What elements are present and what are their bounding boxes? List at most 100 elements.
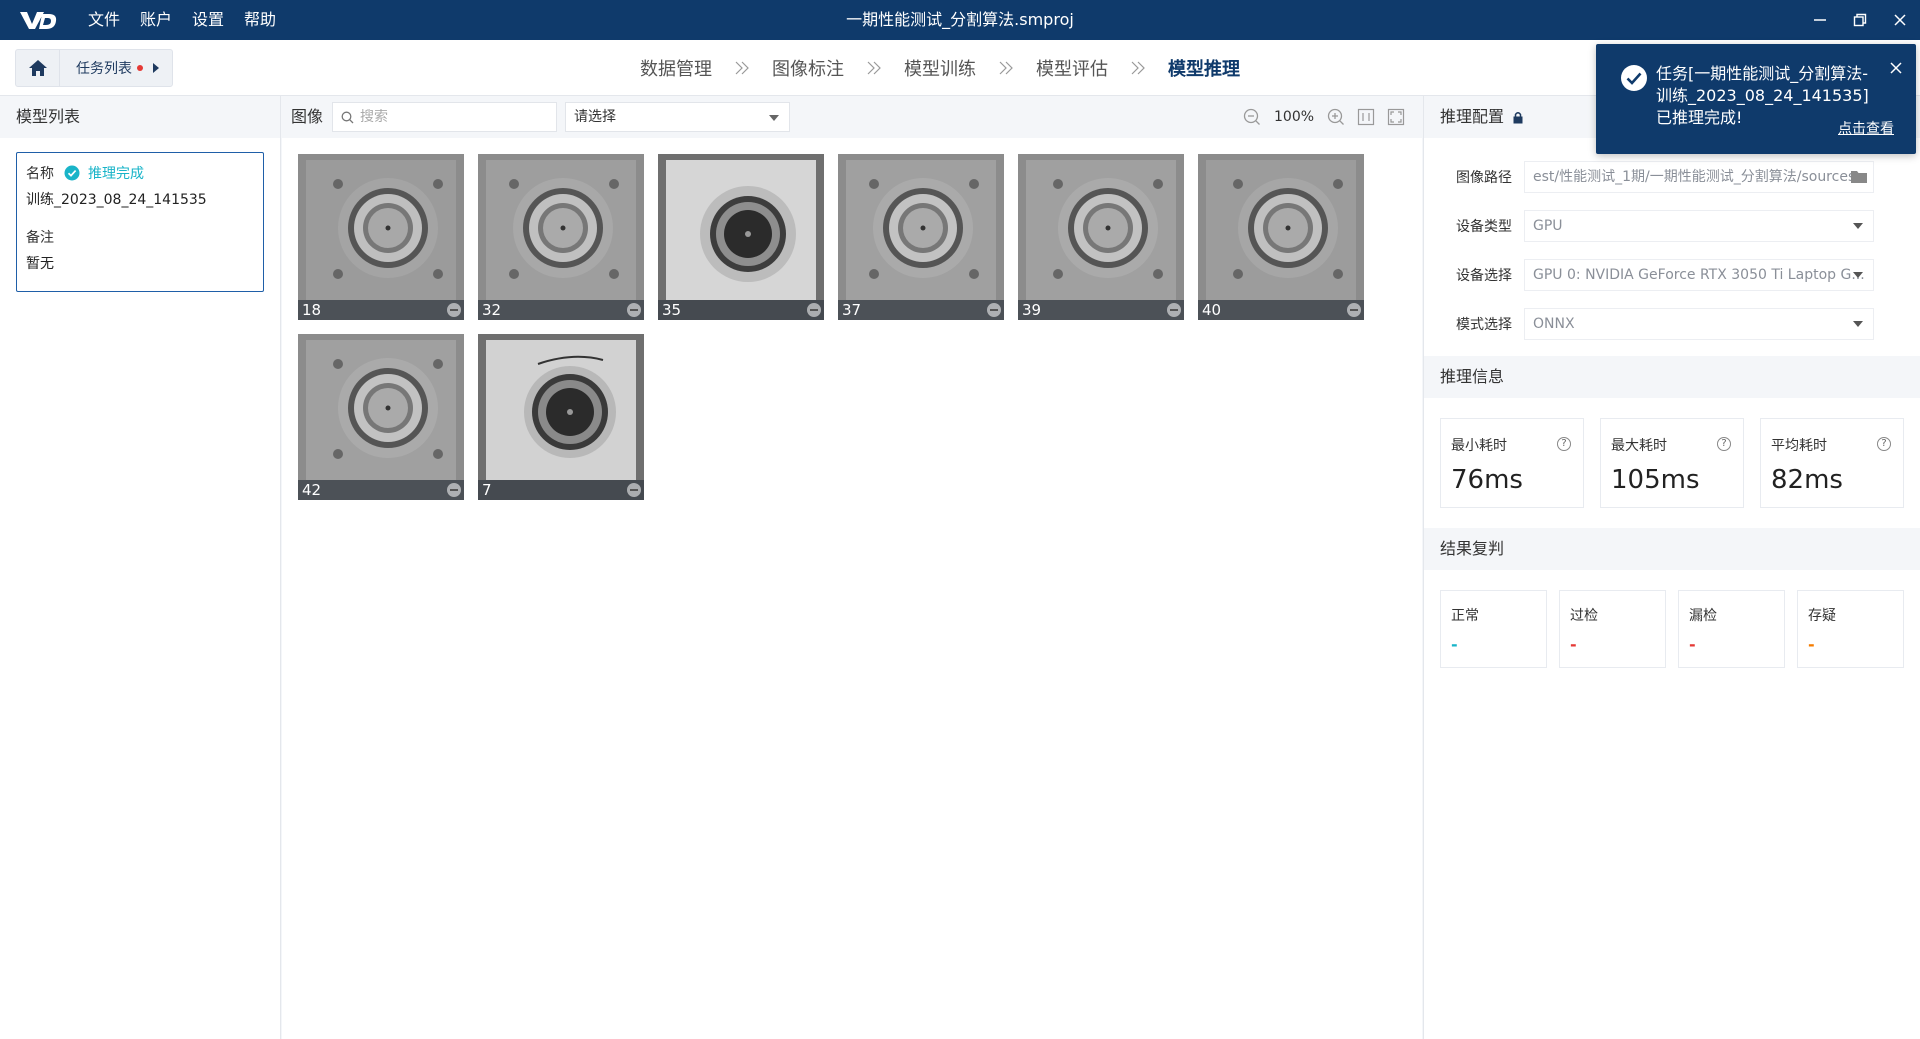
status-badge: 推理完成 [64,163,144,183]
menu-help[interactable]: 帮助 [244,0,276,40]
help-icon[interactable]: ? [1557,437,1571,451]
model-name: 训练_2023_08_24_141535 [26,192,207,208]
image-thumbnail[interactable]: 35 [658,154,824,320]
zoom-level: 100% [1274,109,1315,125]
step-data-management[interactable]: 数据管理 [640,55,712,81]
breadcrumb: 任务列表 [15,49,173,87]
restore-button[interactable] [1840,0,1880,40]
search-icon [341,111,354,123]
image-thumbnail[interactable]: 37 [838,154,1004,320]
filter-select[interactable]: 请选择 [565,102,790,132]
task-list-link[interactable]: 任务列表 [76,58,132,78]
minus-circle-icon[interactable] [987,303,1001,317]
step-model-evaluation[interactable]: 模型评估 [1036,55,1108,81]
dropdown-arrow-icon [769,115,779,121]
zoom-in-button[interactable] [1326,107,1346,127]
lock-icon [1513,111,1523,123]
help-icon[interactable]: ? [1717,437,1731,451]
fullscreen-icon [1387,108,1405,126]
minus-circle-icon[interactable] [627,483,641,497]
home-button[interactable] [16,50,60,86]
restore-icon [1853,13,1867,27]
image-thumbnail[interactable]: 39 [1018,154,1184,320]
step-image-annotation[interactable]: 图像标注 [772,55,844,81]
part-image [298,334,464,500]
folder-icon[interactable] [1851,169,1867,183]
part-image [1198,154,1364,320]
device-value: GPU 0: NVIDIA GeForce RTX 3050 Ti Laptop… [1533,266,1865,283]
close-icon [1894,14,1906,26]
image-thumbnail[interactable]: 42 [298,334,464,500]
minus-circle-icon[interactable] [807,303,821,317]
stat-value: 82ms [1771,465,1843,495]
image-thumbnail[interactable]: 40 [1198,154,1364,320]
dropdown-arrow-icon [1853,271,1863,278]
zoom-out-button[interactable] [1242,107,1262,127]
part-image [478,334,644,500]
caret-right-icon[interactable] [153,63,159,73]
minus-circle-icon[interactable] [447,303,461,317]
search-input[interactable] [360,109,550,125]
image-label: 7 [482,481,492,499]
image-thumbnail[interactable]: 32 [478,154,644,320]
review-card-overkill[interactable]: 过检 - [1559,590,1666,668]
check-circle-icon [64,165,80,181]
image-thumbnail[interactable]: 18 [298,154,464,320]
minus-circle-icon[interactable] [627,303,641,317]
stat-label: 最小耗时 [1451,438,1507,454]
image-thumbnail[interactable]: 7 [478,334,644,500]
step-model-inference[interactable]: 模型推理 [1168,55,1240,81]
stat-value: 76ms [1451,465,1523,495]
double-chevron-icon [867,61,881,75]
image-panel: 图像 请选择 100% 18 [282,96,1422,1039]
toast-close-icon[interactable] [1890,62,1902,74]
double-chevron-icon [735,61,749,75]
device-type-select[interactable]: GPU [1524,209,1874,242]
image-label: 35 [662,301,682,319]
minus-circle-icon[interactable] [1167,303,1181,317]
menu-settings[interactable]: 设置 [192,0,224,40]
minimize-button[interactable] [1800,0,1840,40]
home-icon [28,60,47,76]
image-label: 32 [482,301,502,319]
review-label: 过检 [1570,608,1598,624]
mode-select[interactable]: ONNX [1524,307,1874,340]
stat-label: 最大耗时 [1611,438,1667,454]
minus-circle-icon[interactable] [1347,303,1361,317]
fullscreen-button[interactable] [1386,107,1406,127]
menu-account[interactable]: 账户 [140,0,172,40]
review-card-normal[interactable]: 正常 - [1440,590,1547,668]
menu-file[interactable]: 文件 [88,0,120,40]
status-text: 推理完成 [88,166,144,182]
field-label: 模式选择 [1456,316,1512,333]
field-label: 设备类型 [1456,218,1512,235]
close-window-button[interactable] [1880,0,1920,40]
review-card-doubt[interactable]: 存疑 - [1797,590,1904,668]
dropdown-arrow-icon [1853,222,1863,229]
name-label: 名称 [26,166,54,182]
review-value: - [1570,635,1577,654]
app-logo [20,12,57,29]
result-review-title: 结果复判 [1424,528,1920,570]
help-icon[interactable]: ? [1877,437,1891,451]
part-image [478,154,644,320]
toast-view-link[interactable]: 点击查看 [1838,118,1894,138]
minus-circle-icon[interactable] [447,483,461,497]
review-card-miss[interactable]: 漏检 - [1678,590,1785,668]
device-select[interactable]: GPU 0: NVIDIA GeForce RTX 3050 Ti Laptop… [1524,258,1874,291]
image-label: 37 [842,301,862,319]
image-path-field[interactable]: est/性能测试_1期/一期性能测试_分割算法/sources [1524,160,1874,193]
menu-bar: 文件 账户 设置 帮助 [88,0,296,40]
field-label: 图像路径 [1456,169,1512,186]
part-image [658,154,824,320]
step-model-training[interactable]: 模型训练 [904,55,976,81]
image-label: 图像 [291,107,324,126]
mode-value: ONNX [1533,315,1575,332]
fit-width-icon [1357,108,1375,126]
model-list-title: 模型列表 [0,96,280,138]
image-label: 42 [302,481,322,499]
model-card[interactable]: 名称 推理完成 训练_2023_08_24_141535 备注 暂无 [16,152,264,292]
fit-button[interactable] [1356,107,1376,127]
completion-toast: 任务[一期性能测试_分割算法-训练_2023_08_24_141535]已推理完… [1596,44,1916,154]
image-toolbar: 图像 请选择 100% [282,96,1422,138]
